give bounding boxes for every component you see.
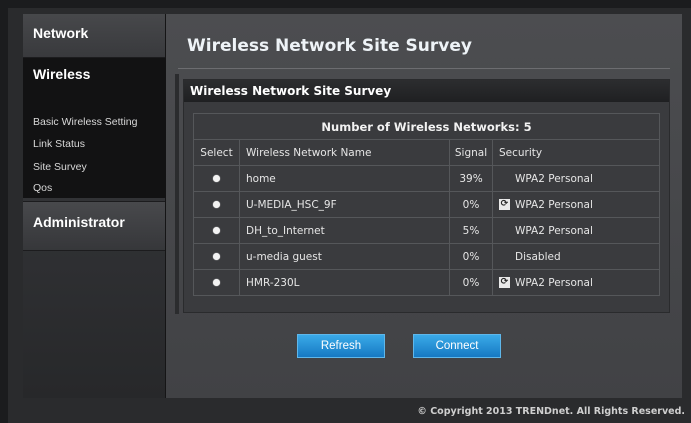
header-security: Security [492, 139, 660, 166]
sidebar-item-wireless[interactable]: Wireless [33, 66, 90, 82]
sidebar-item-network[interactable]: Network [23, 14, 165, 58]
table-header-row: Select Wireless Network Name Signal Secu… [193, 139, 660, 166]
panel-edge-tab [175, 74, 179, 314]
security-value: WPA2 Personal [515, 198, 593, 211]
main-content: Wireless Network Site Survey Wireless Ne… [166, 14, 682, 398]
network-name: U-MEDIA_HSC_9F [239, 191, 450, 218]
connect-button[interactable]: Connect [413, 334, 501, 358]
signal-value: 0% [449, 243, 493, 270]
sidebar-item-qos[interactable]: Qos [33, 182, 52, 194]
table-row[interactable]: U-MEDIA_HSC_9F 0% ⟳ WPA2 Personal [193, 191, 660, 218]
network-name: u-media guest [239, 243, 450, 270]
panel-title: Wireless Network Site Survey [184, 80, 669, 102]
sidebar: Network Wireless Basic Wireless Setting … [23, 14, 175, 398]
wps-icon: ⟳ [499, 199, 510, 210]
table-row[interactable]: home 39% WPA2 Personal [193, 165, 660, 192]
table-row[interactable]: u-media guest 0% Disabled [193, 243, 660, 270]
select-radio[interactable] [213, 200, 220, 208]
network-name: HMR-230L [239, 269, 450, 296]
sidebar-item-site-survey[interactable]: Site Survey [33, 161, 87, 173]
security-value: Disabled [515, 250, 561, 263]
signal-value: 5% [449, 217, 493, 244]
title-divider [178, 68, 670, 69]
wps-icon: ⟳ [499, 277, 510, 288]
security-value: WPA2 Personal [515, 172, 593, 185]
sidebar-item-link-status[interactable]: Link Status [33, 138, 85, 150]
signal-value: 0% [449, 191, 493, 218]
security-value: WPA2 Personal [515, 224, 593, 237]
table-row[interactable]: DH_to_Internet 5% WPA2 Personal [193, 217, 660, 244]
sidebar-item-basic-wireless-setting[interactable]: Basic Wireless Setting [33, 116, 137, 128]
network-name: home [239, 165, 450, 192]
network-name: DH_to_Internet [239, 217, 450, 244]
signal-value: 0% [449, 269, 493, 296]
page-title: Wireless Network Site Survey [187, 36, 472, 56]
select-radio[interactable] [213, 226, 220, 234]
security-value: WPA2 Personal [515, 276, 593, 289]
copyright-footer: © Copyright 2013 TRENDnet. All Rights Re… [417, 406, 685, 417]
site-survey-panel: Wireless Network Site Survey Number of W… [183, 79, 670, 313]
header-signal: Signal [449, 139, 493, 166]
network-count-row: Number of Wireless Networks: 5 [193, 113, 660, 140]
network-count-label: Number of Wireless Networks: 5 [193, 113, 660, 140]
header-select: Select [193, 139, 240, 166]
site-survey-table: Number of Wireless Networks: 5 Select Wi… [193, 113, 660, 296]
table-row[interactable]: HMR-230L 0% ⟳ WPA2 Personal [193, 269, 660, 296]
sidebar-section-wireless: Wireless Basic Wireless Setting Link Sta… [23, 58, 175, 198]
select-radio[interactable] [213, 278, 220, 286]
refresh-button[interactable]: Refresh [297, 334, 385, 358]
header-network-name: Wireless Network Name [239, 139, 450, 166]
select-radio[interactable] [213, 174, 220, 182]
sidebar-item-administrator[interactable]: Administrator [23, 201, 165, 251]
select-radio[interactable] [213, 252, 220, 260]
signal-value: 39% [449, 165, 493, 192]
